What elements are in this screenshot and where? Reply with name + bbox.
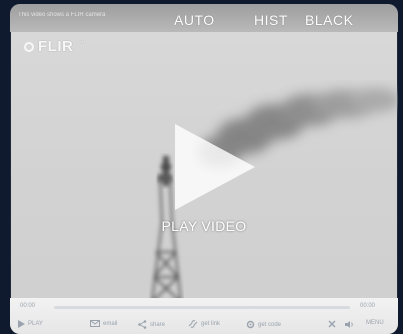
total-time: 00:00: [360, 303, 376, 309]
mode-black: BLACK: [305, 12, 354, 28]
volume-button[interactable]: [345, 320, 355, 329]
get-link-label: get link: [201, 321, 221, 327]
video-player[interactable]: This video shows a FLIR camera AUTO HIST…: [10, 4, 398, 334]
menu-label: MENU: [366, 320, 384, 326]
get-link-button[interactable]: get link: [188, 320, 220, 328]
current-time: 00:00: [20, 303, 36, 309]
play-video-label[interactable]: PLAY VIDEO: [10, 218, 398, 234]
share-button[interactable]: share: [138, 320, 165, 329]
play-icon: [18, 320, 25, 328]
menu-button[interactable]: MENU: [366, 320, 384, 326]
play-button-icon[interactable]: [175, 124, 255, 210]
mode-auto: AUTO: [174, 12, 215, 28]
mode-hist: HIST: [254, 12, 288, 28]
get-code-button[interactable]: get code: [246, 320, 281, 329]
volume-icon: [345, 321, 353, 328]
close-button[interactable]: [328, 320, 336, 328]
play-control-label: PLAY: [28, 321, 43, 327]
play-control[interactable]: PLAY: [18, 320, 43, 328]
progress-bar[interactable]: [54, 306, 350, 309]
share-icon: [138, 320, 147, 329]
gear-icon: [246, 320, 255, 329]
email-icon: [90, 320, 100, 327]
close-icon: [328, 320, 336, 328]
camera-status-bar: This video shows a FLIR camera AUTO HIST…: [10, 4, 398, 32]
share-label: share: [150, 321, 166, 328]
video-caption: This video shows a FLIR camera: [18, 12, 106, 18]
player-controls: 00:00 00:00 PLAY email share get link ge…: [10, 298, 398, 334]
email-label: email: [103, 320, 118, 327]
get-code-label: get code: [258, 321, 282, 328]
link-icon: [188, 320, 198, 328]
email-button[interactable]: email: [90, 320, 117, 327]
flare-stack: [158, 156, 172, 186]
